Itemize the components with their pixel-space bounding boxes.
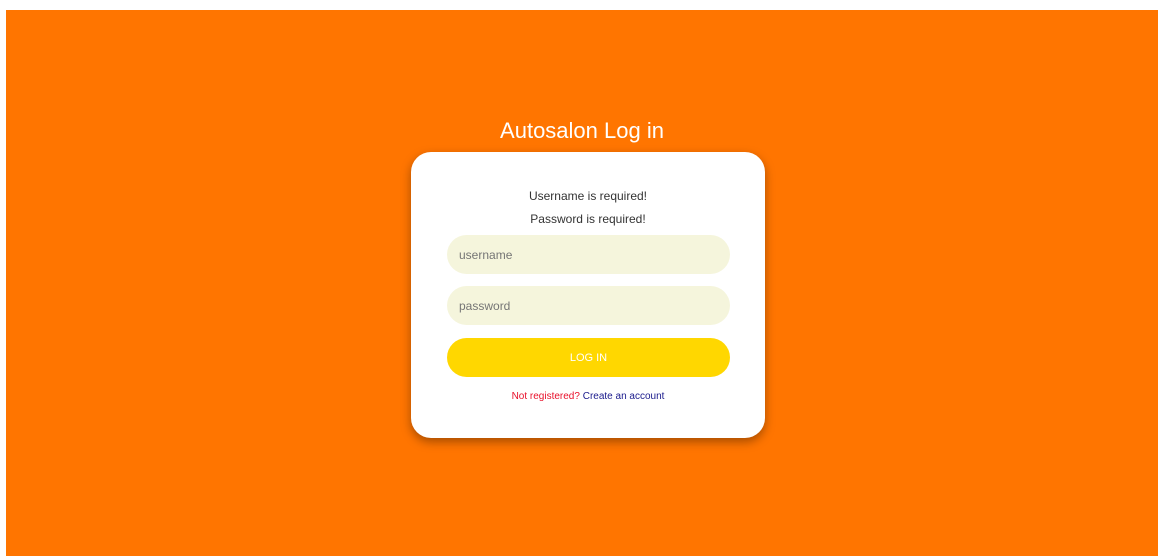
username-error: Username is required! xyxy=(528,189,648,203)
password-error: Password is required! xyxy=(530,212,646,226)
username-input[interactable] xyxy=(447,235,730,274)
create-account-link[interactable]: Create an account xyxy=(583,391,665,402)
register-question: Not registered? xyxy=(511,391,580,402)
page-title: Autosalon Log in xyxy=(500,118,664,143)
register-prompt: Not registered? Create an account xyxy=(411,391,765,402)
login-card: Username is required! Password is requir… xyxy=(411,152,765,438)
password-input[interactable] xyxy=(447,286,730,325)
login-button[interactable]: LOG IN xyxy=(447,338,730,377)
page-background: Autosalon Log in Username is required! P… xyxy=(6,10,1158,556)
